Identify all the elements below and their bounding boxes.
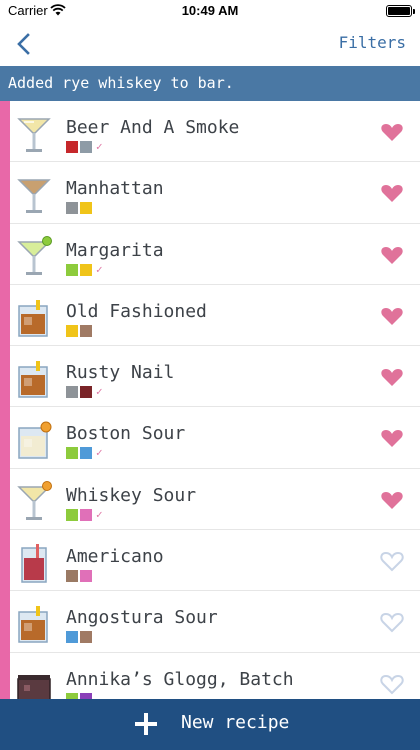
ingredient-swatch bbox=[80, 508, 92, 521]
recipe-list[interactable]: Beer And A Smoke ✓ Manhattan Margarita ✓ Old … bbox=[10, 101, 420, 699]
have-ingredients-check-icon: ✓ bbox=[96, 385, 103, 399]
ingredient-swatches bbox=[66, 570, 92, 583]
glass-icon bbox=[17, 235, 52, 275]
recipe-row[interactable]: Whiskey Sour ✓ bbox=[10, 469, 420, 531]
ingredient-swatch bbox=[66, 386, 78, 399]
heart-filled-icon[interactable] bbox=[380, 305, 404, 327]
recipe-row[interactable]: Boston Sour ✓ bbox=[10, 407, 420, 469]
ingredient-swatch bbox=[80, 202, 92, 215]
glass-icon bbox=[18, 361, 48, 398]
ingredient-swatch bbox=[66, 570, 78, 583]
have-ingredients-check-icon: ✓ bbox=[96, 507, 103, 521]
nav-bar: Filters bbox=[0, 22, 420, 66]
new-recipe-label: New recipe bbox=[181, 712, 290, 733]
recipe-name: Margarita bbox=[66, 239, 164, 261]
back-chevron-icon[interactable] bbox=[10, 30, 38, 58]
glass-icon bbox=[17, 480, 52, 520]
recipe-row[interactable]: Rusty Nail ✓ bbox=[10, 346, 420, 408]
heart-filled-icon[interactable] bbox=[380, 489, 404, 511]
notification-banner: Added rye whiskey to bar. bbox=[0, 66, 420, 101]
filters-button[interactable]: Filters bbox=[339, 33, 406, 52]
recipe-name: Americano bbox=[66, 546, 164, 568]
have-ingredients-check-icon: ✓ bbox=[96, 262, 103, 276]
banner-message: Added rye whiskey to bar. bbox=[8, 74, 234, 92]
have-ingredients-check-icon: ✓ bbox=[96, 446, 103, 460]
ingredient-swatches: ✓ bbox=[66, 507, 103, 521]
ingredient-swatch bbox=[80, 570, 92, 583]
ingredient-swatch bbox=[80, 631, 92, 644]
recipe-name: Beer And A Smoke bbox=[66, 117, 240, 138]
ingredient-swatch bbox=[66, 263, 78, 276]
recipe-name: Whiskey Sour bbox=[66, 484, 197, 506]
ingredient-swatches bbox=[66, 631, 92, 644]
heart-outline-icon[interactable] bbox=[380, 611, 404, 633]
ingredient-swatch bbox=[80, 324, 92, 337]
ingredient-swatches bbox=[66, 202, 92, 215]
ingredient-swatch bbox=[66, 324, 78, 337]
recipe-name: Rusty Nail bbox=[66, 362, 175, 384]
ingredient-swatches: ✓ bbox=[66, 141, 103, 153]
recipe-row[interactable]: Margarita ✓ bbox=[10, 224, 420, 285]
glass-icon bbox=[17, 118, 51, 152]
recipe-row[interactable]: Old Fashioned bbox=[10, 285, 420, 347]
recipe-name: Manhattan bbox=[66, 178, 164, 200]
recipe-row[interactable]: Americano bbox=[10, 530, 420, 592]
heart-filled-icon[interactable] bbox=[380, 244, 404, 266]
recipe-row[interactable]: Annika’s Glogg, Batch bbox=[10, 653, 420, 699]
glass-icon bbox=[21, 544, 47, 583]
ingredient-swatch bbox=[80, 263, 92, 276]
recipe-row[interactable]: Angostura Sour bbox=[10, 591, 420, 653]
ingredient-swatch bbox=[66, 631, 78, 644]
heart-filled-icon[interactable] bbox=[380, 366, 404, 388]
ingredient-swatches: ✓ bbox=[66, 385, 103, 399]
have-ingredients-check-icon: ✓ bbox=[96, 140, 103, 153]
recipe-name: Old Fashioned bbox=[66, 300, 207, 322]
new-recipe-button[interactable]: New recipe bbox=[0, 699, 420, 750]
battery-icon bbox=[386, 5, 415, 17]
glass-icon bbox=[18, 421, 52, 460]
ingredient-swatches: ✓ bbox=[66, 446, 103, 460]
ingredient-swatch bbox=[66, 447, 78, 460]
glass-icon bbox=[18, 299, 48, 337]
heart-outline-icon[interactable] bbox=[380, 550, 404, 572]
clock-time: 10:49 AM bbox=[181, 3, 239, 18]
recipe-name: Annika’s Glogg, Batch bbox=[66, 668, 294, 690]
ingredient-swatch bbox=[66, 141, 78, 153]
recipe-row[interactable]: Beer And A Smoke ✓ bbox=[10, 101, 420, 163]
heart-outline-icon[interactable] bbox=[380, 673, 404, 695]
ingredient-swatch bbox=[66, 508, 78, 521]
ingredient-swatch bbox=[66, 202, 78, 215]
status-bar: Carrier 10:49 AM bbox=[0, 0, 420, 22]
glass-icon bbox=[17, 179, 51, 214]
ingredient-swatch bbox=[80, 141, 92, 153]
heart-filled-icon[interactable] bbox=[380, 182, 404, 204]
glass-icon bbox=[17, 674, 51, 699]
glass-icon bbox=[18, 606, 48, 644]
ingredient-swatches bbox=[66, 324, 92, 337]
favorites-stripe bbox=[0, 101, 10, 701]
heart-filled-icon[interactable] bbox=[380, 121, 404, 143]
plus-icon bbox=[135, 713, 157, 735]
ingredient-swatches: ✓ bbox=[66, 262, 103, 276]
recipe-row[interactable]: Manhattan bbox=[10, 162, 420, 224]
recipe-name: Boston Sour bbox=[66, 423, 186, 445]
ingredient-swatch bbox=[80, 386, 92, 399]
heart-filled-icon[interactable] bbox=[380, 427, 404, 449]
ingredient-swatch bbox=[80, 447, 92, 460]
recipe-name: Angostura Sour bbox=[66, 607, 218, 629]
